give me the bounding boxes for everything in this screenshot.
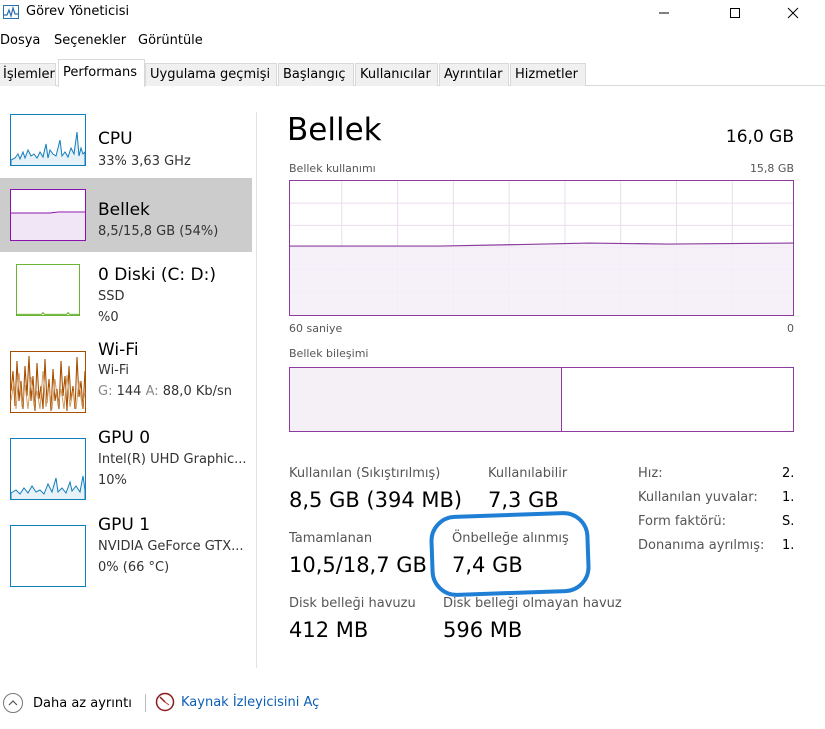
disk-thumbnail-graph [10, 264, 86, 316]
sidebar-item-detail: %0 [98, 310, 119, 325]
tab-startup[interactable]: Başlangıç [278, 63, 354, 86]
bottom-bar: Daha az ayrıntı Kaynak İzleyicisini Aç [0, 690, 825, 720]
sidebar-item-title: Wi-Fi [98, 340, 139, 360]
sidebar-item-detail: Intel(R) UHD Graphic... [98, 452, 247, 467]
sidebar-item-detail: Wi-Fi [98, 363, 130, 378]
usage-graph-label: Bellek kullanımı [289, 162, 376, 175]
fewer-details-button[interactable]: Daha az ayrıntı [3, 690, 132, 716]
window-title: Görev Yöneticisi [26, 4, 130, 19]
sidebar-item-detail: 0% (66 °C) [98, 560, 170, 575]
tab-details[interactable]: Ayrıntılar [439, 63, 509, 86]
sidebar-item-detail: SSD [98, 289, 125, 304]
sidebar-item-title: GPU 1 [98, 515, 151, 535]
tab-bar: İşlemler Performans Uygulama geçmişi Baş… [0, 59, 825, 87]
gpu0-thumbnail-graph [10, 438, 86, 500]
nonpaged-pool-label: Disk belleği olmayan havuz [443, 596, 622, 611]
memory-usage-graph [289, 180, 794, 316]
bottom-divider [145, 694, 146, 712]
in-use-value: 8,5 GB (394 MB) [289, 488, 463, 512]
tab-services[interactable]: Hizmetler [510, 63, 586, 86]
fewer-details-label: Daha az ayrıntı [33, 695, 132, 711]
hardware-reserved-value: 1. [782, 538, 795, 553]
sidebar-item-gpu0[interactable]: GPU 0 Intel(R) UHD Graphic... 10% [0, 428, 252, 502]
menu-options[interactable]: Seçenekler [54, 33, 126, 48]
sidebar-item-title: 0 Diski (C: D:) [98, 265, 216, 285]
resource-monitor-icon [155, 692, 175, 712]
wifi-thumbnail-graph [10, 351, 86, 413]
sidebar-item-cpu[interactable]: CPU 33% 3,63 GHz [0, 103, 252, 177]
maximize-button[interactable] [712, 0, 758, 26]
speed-value: 2. [782, 466, 795, 481]
minimize-button[interactable] [641, 0, 687, 26]
resource-monitor-label: Kaynak İzleyicisini Aç [181, 694, 320, 710]
memory-composition-bar [289, 367, 794, 432]
available-value: 7,3 GB [488, 488, 559, 512]
composition-in-use-segment [290, 368, 562, 431]
sidebar-item-wifi[interactable]: Wi-Fi Wi-Fi G: 144 A: 88,0 Kb/sn [0, 340, 252, 414]
slots-label: Kullanılan yuvalar: [638, 490, 758, 505]
tab-performance[interactable]: Performans [58, 59, 145, 87]
composition-label: Bellek bileşimi [289, 347, 369, 360]
minimize-icon [659, 12, 669, 14]
sidebar-divider [256, 112, 257, 668]
sidebar-item-detail: NVIDIA GeForce GTX... [98, 539, 244, 554]
form-factor-value: S. [782, 514, 795, 529]
open-resource-monitor-link[interactable]: Kaynak İzleyicisini Aç [155, 692, 319, 712]
sidebar-item-detail: 8,5/15,8 GB (54%) [98, 224, 219, 239]
menu-file[interactable]: Dosya [0, 33, 40, 48]
receive-label: A: [145, 384, 159, 399]
title-bar: Görev Yöneticisi [0, 0, 825, 26]
menu-view[interactable]: Görüntüle [138, 33, 203, 48]
close-icon [787, 7, 799, 19]
form-factor-label: Form faktörü: [638, 514, 726, 529]
sidebar-item-title: Bellek [98, 200, 150, 220]
committed-value: 10,5/18,7 GB [289, 553, 427, 577]
gpu1-thumbnail-graph [10, 525, 86, 587]
sidebar-item-memory[interactable]: Bellek 8,5/15,8 GB (54%) [0, 178, 252, 252]
paged-pool-value: 412 MB [289, 618, 369, 642]
cpu-thumbnail-graph [10, 114, 86, 166]
close-button[interactable] [770, 0, 816, 26]
sidebar-item-title: GPU 0 [98, 428, 151, 448]
resource-list: CPU 33% 3,63 GHz Bellek 8,5/15,8 GB (54%… [0, 88, 256, 668]
chevron-up-icon [3, 693, 23, 713]
nonpaged-pool-value: 596 MB [443, 618, 523, 642]
tab-processes[interactable]: İşlemler [0, 63, 56, 86]
sidebar-item-detail: 10% [98, 473, 127, 488]
send-value: 144 [116, 384, 142, 399]
sidebar-item-throughput: G: 144 A: 88,0 Kb/sn [98, 384, 232, 399]
paged-pool-label: Disk belleği havuzu [289, 596, 416, 611]
available-label: Kullanılabilir [488, 466, 568, 481]
page-title: Bellek [287, 112, 382, 148]
sidebar-item-title: CPU [98, 129, 133, 149]
sidebar-item-detail: 33% 3,63 GHz [98, 154, 191, 169]
task-manager-icon [3, 5, 19, 19]
usage-graph-max: 15,8 GB [749, 162, 794, 175]
memory-thumbnail-graph [10, 189, 86, 241]
speed-label: Hız: [638, 466, 663, 481]
graph-time-start: 60 saniye [289, 322, 343, 335]
in-use-label: Kullanılan (Sıkıştırılmış) [289, 466, 441, 481]
committed-label: Tamamlanan [289, 531, 373, 546]
receive-value: 88,0 Kb/sn [162, 384, 233, 399]
graph-time-end: 0 [787, 322, 794, 335]
tab-app-history[interactable]: Uygulama geçmişi [145, 63, 277, 86]
tab-users[interactable]: Kullanıcılar [355, 63, 438, 86]
send-label: G: [98, 384, 113, 399]
maximize-icon [730, 8, 740, 18]
cached-label: Önbelleğe alınmış [452, 531, 569, 546]
slots-value: 1. [782, 490, 795, 505]
sidebar-item-disk[interactable]: 0 Diski (C: D:) SSD %0 [0, 253, 252, 327]
cached-value: 7,4 GB [452, 553, 523, 577]
sidebar-item-gpu1[interactable]: GPU 1 NVIDIA GeForce GTX... 0% (66 °C) [0, 515, 252, 589]
hardware-reserved-label: Donanıma ayrılmış: [638, 538, 765, 553]
total-memory: 16,0 GB [725, 127, 794, 147]
